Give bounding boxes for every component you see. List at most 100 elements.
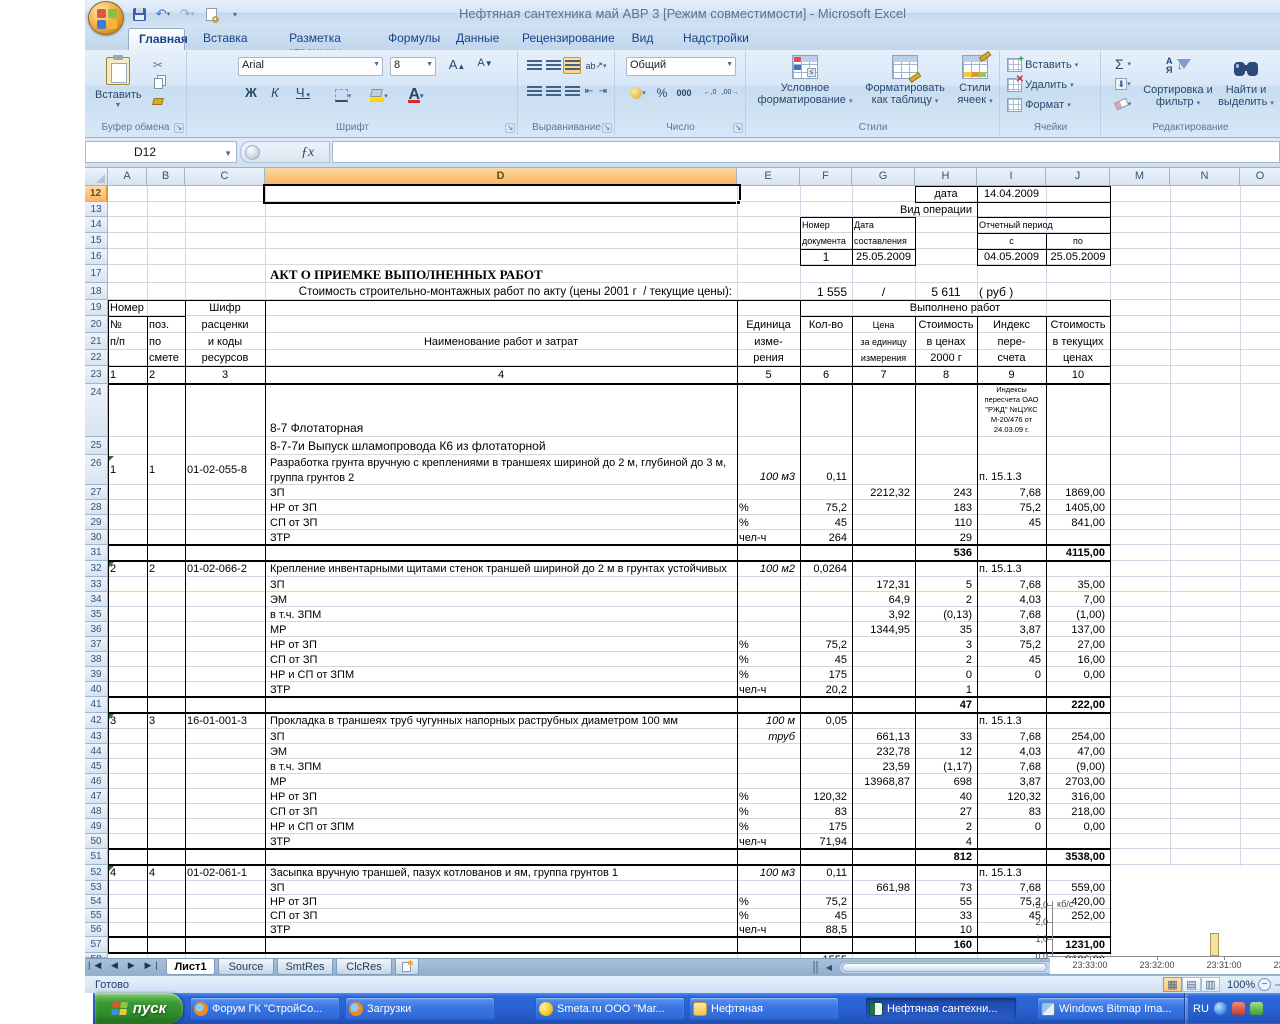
- cell-J51[interactable]: 3538,00: [1048, 850, 1108, 865]
- cell-J45[interactable]: (9,00): [1048, 760, 1108, 774]
- col-header-M[interactable]: M: [1110, 168, 1170, 186]
- cell-H50[interactable]: 4: [917, 835, 975, 849]
- row-header-42[interactable]: 42: [85, 713, 108, 729]
- sheet-tab-Source[interactable]: Source: [218, 959, 274, 975]
- horizontal-scrollbar[interactable]: [839, 961, 1280, 974]
- row-header-23[interactable]: 23: [85, 366, 108, 384]
- cell-G36[interactable]: 1344,95: [854, 623, 913, 637]
- cell-I16[interactable]: 04.05.2009: [979, 250, 1044, 265]
- cell-A20[interactable]: №: [110, 317, 145, 333]
- cell-F29[interactable]: 45: [802, 516, 850, 530]
- task-button-1[interactable]: Форум ГК "СтройСо...: [190, 997, 340, 1020]
- cell-F38[interactable]: 45: [802, 653, 850, 667]
- cell-I24[interactable]: Индексы пересчета ОАО "РЖД" №ЦУКС М-20/4…: [979, 385, 1044, 436]
- update-icon[interactable]: [1214, 1002, 1227, 1015]
- cell-I34[interactable]: 4,03: [979, 593, 1044, 607]
- cell-D24[interactable]: 8-7 Флотаторная: [267, 421, 735, 435]
- cell-D33[interactable]: ЗП: [267, 578, 735, 592]
- language-indicator[interactable]: RU: [1193, 1003, 1209, 1015]
- cell-I23[interactable]: 9: [979, 367, 1044, 384]
- cell-D42[interactable]: Прокладка в траншеях труб чугунных напор…: [267, 714, 735, 729]
- col-header-E[interactable]: E: [737, 168, 800, 186]
- row-header-36[interactable]: 36: [85, 622, 108, 637]
- row-header-33[interactable]: 33: [85, 577, 108, 592]
- cell-A21[interactable]: п/п: [110, 334, 145, 350]
- cell-F13[interactable]: Вид операции: [802, 203, 975, 217]
- col-header-N[interactable]: N: [1170, 168, 1240, 186]
- page-break-view-button[interactable]: ▥: [1201, 977, 1220, 992]
- cell-I15[interactable]: с: [979, 234, 1044, 249]
- cell-E48[interactable]: %: [739, 805, 798, 819]
- cell-I48[interactable]: 83: [979, 805, 1044, 819]
- cell-H54[interactable]: 55: [917, 896, 975, 909]
- cell-F30[interactable]: 264: [802, 531, 850, 545]
- cell-E42[interactable]: 100 м: [739, 714, 798, 729]
- cell-J49[interactable]: 0,00: [1048, 820, 1108, 834]
- cell-J34[interactable]: 7,00: [1048, 593, 1108, 607]
- tab-splitter[interactable]: [813, 961, 818, 974]
- cell-H40[interactable]: 1: [917, 683, 975, 697]
- cell-B52[interactable]: 4: [149, 866, 183, 881]
- cell-J28[interactable]: 1405,00: [1048, 501, 1108, 515]
- cell-H47[interactable]: 40: [917, 790, 975, 804]
- cell-J55[interactable]: 252,00: [1048, 910, 1108, 923]
- row-header-26[interactable]: 26: [85, 455, 108, 485]
- row-header-14[interactable]: 14: [85, 217, 108, 233]
- cell-F49[interactable]: 175: [802, 820, 850, 834]
- cell-I47[interactable]: 120,32: [979, 790, 1044, 804]
- cell-H39[interactable]: 0: [917, 668, 975, 682]
- cell-H38[interactable]: 2: [917, 653, 975, 667]
- row-header-35[interactable]: 35: [85, 607, 108, 622]
- cell-H29[interactable]: 110: [917, 516, 975, 530]
- cell-D50[interactable]: ЗТР: [267, 835, 735, 849]
- cell-H45[interactable]: (1,17): [917, 760, 975, 774]
- cell-F26[interactable]: 0,11: [802, 470, 850, 484]
- cell-F28[interactable]: 75,2: [802, 501, 850, 515]
- cell-B21[interactable]: по: [149, 334, 183, 350]
- cell-G45[interactable]: 23,59: [854, 760, 913, 774]
- cell-J29[interactable]: 841,00: [1048, 516, 1108, 530]
- cell-H28[interactable]: 183: [917, 501, 975, 515]
- row-header-19[interactable]: 19: [85, 300, 108, 316]
- col-header-H[interactable]: H: [915, 168, 977, 186]
- cell-H23[interactable]: 8: [917, 367, 975, 384]
- col-header-J[interactable]: J: [1046, 168, 1110, 186]
- cell-F15[interactable]: документа: [802, 234, 850, 249]
- cell-F42[interactable]: 0,05: [802, 714, 850, 729]
- cell-F32[interactable]: 0,0264: [802, 562, 850, 577]
- cell-I28[interactable]: 75,2: [979, 501, 1044, 515]
- cell-F16[interactable]: 1: [802, 250, 850, 265]
- cell-J54[interactable]: 420,00: [1048, 896, 1108, 909]
- cell-C20[interactable]: расценки: [187, 317, 263, 333]
- cell-E49[interactable]: %: [739, 820, 798, 834]
- cell-D43[interactable]: ЗП: [267, 730, 735, 744]
- cell-J31[interactable]: 4115,00: [1048, 546, 1108, 561]
- cell-H49[interactable]: 2: [917, 820, 975, 834]
- cell-H27[interactable]: 243: [917, 486, 975, 500]
- cell-C19[interactable]: Шифр: [187, 301, 263, 316]
- cell-F48[interactable]: 83: [802, 805, 850, 819]
- cell-F55[interactable]: 45: [802, 910, 850, 923]
- row-header-22[interactable]: 22: [85, 350, 108, 366]
- cell-A42[interactable]: 3: [110, 714, 145, 729]
- row-header-13[interactable]: 13: [85, 202, 108, 217]
- task-button-3[interactable]: Smeta.ru ООО "Маг...: [535, 997, 685, 1020]
- cell-C52[interactable]: 01-02-061-1: [187, 866, 263, 881]
- cell-J15[interactable]: по: [1048, 234, 1108, 249]
- cell-J57[interactable]: 1231,00: [1048, 938, 1108, 953]
- sheet-tab-ClcRes[interactable]: ClcRes: [336, 959, 392, 975]
- cell-I54[interactable]: 75,2: [979, 896, 1044, 909]
- sheet-tab-SmtRes[interactable]: SmtRes: [277, 959, 333, 975]
- cell-H30[interactable]: 29: [917, 531, 975, 545]
- cell-A26[interactable]: 1: [110, 456, 145, 485]
- hscroll-left-arrow[interactable]: ◀: [822, 961, 836, 974]
- row-header-46[interactable]: 46: [85, 774, 108, 789]
- zoom-slider[interactable]: [1275, 984, 1280, 986]
- cell-E47[interactable]: %: [739, 790, 798, 804]
- cell-J27[interactable]: 1869,00: [1048, 486, 1108, 500]
- row-header-52[interactable]: 52: [85, 865, 108, 881]
- cell-C22[interactable]: ресурсов: [187, 351, 263, 366]
- cell-F50[interactable]: 71,94: [802, 835, 850, 849]
- cell-H33[interactable]: 5: [917, 578, 975, 592]
- cell-D39[interactable]: НР и СП от ЗПМ: [267, 668, 735, 682]
